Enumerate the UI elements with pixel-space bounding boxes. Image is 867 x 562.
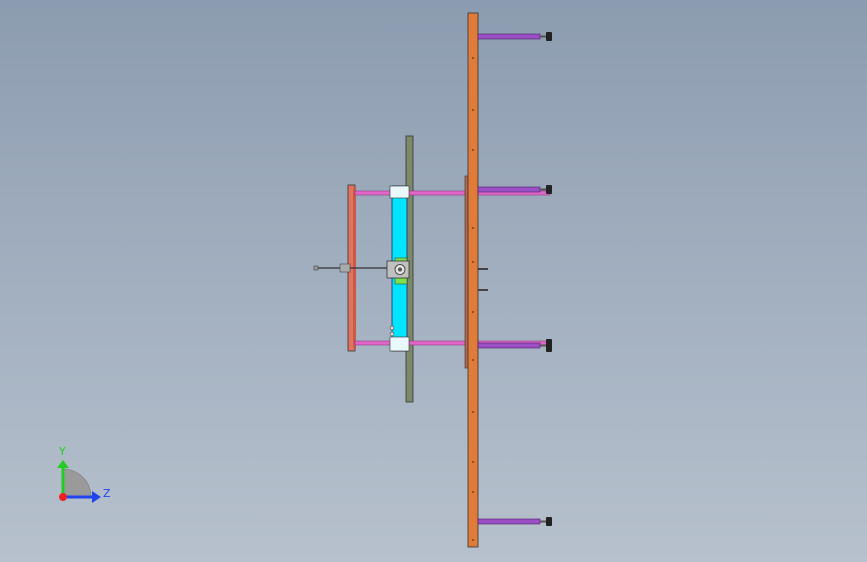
triad-quarter-disc: [62, 468, 92, 498]
motor-unit: [313, 260, 410, 279]
model-canvas[interactable]: Y Z: [0, 0, 867, 562]
cad-3d-viewport[interactable]: Y Z: [0, 0, 867, 562]
z-axis-arrow-icon: [92, 491, 101, 503]
coordinate-triad: Y Z: [57, 445, 111, 503]
triad-z-label: Z: [103, 487, 111, 500]
y-axis-arrow-icon: [57, 460, 69, 468]
triad-y-label: Y: [58, 445, 66, 458]
suction-cylinder-1: [477, 32, 552, 41]
suction-cylinder-4: [477, 517, 552, 526]
x-axis-dot-icon: [59, 493, 67, 501]
main-beam: [467, 12, 479, 548]
